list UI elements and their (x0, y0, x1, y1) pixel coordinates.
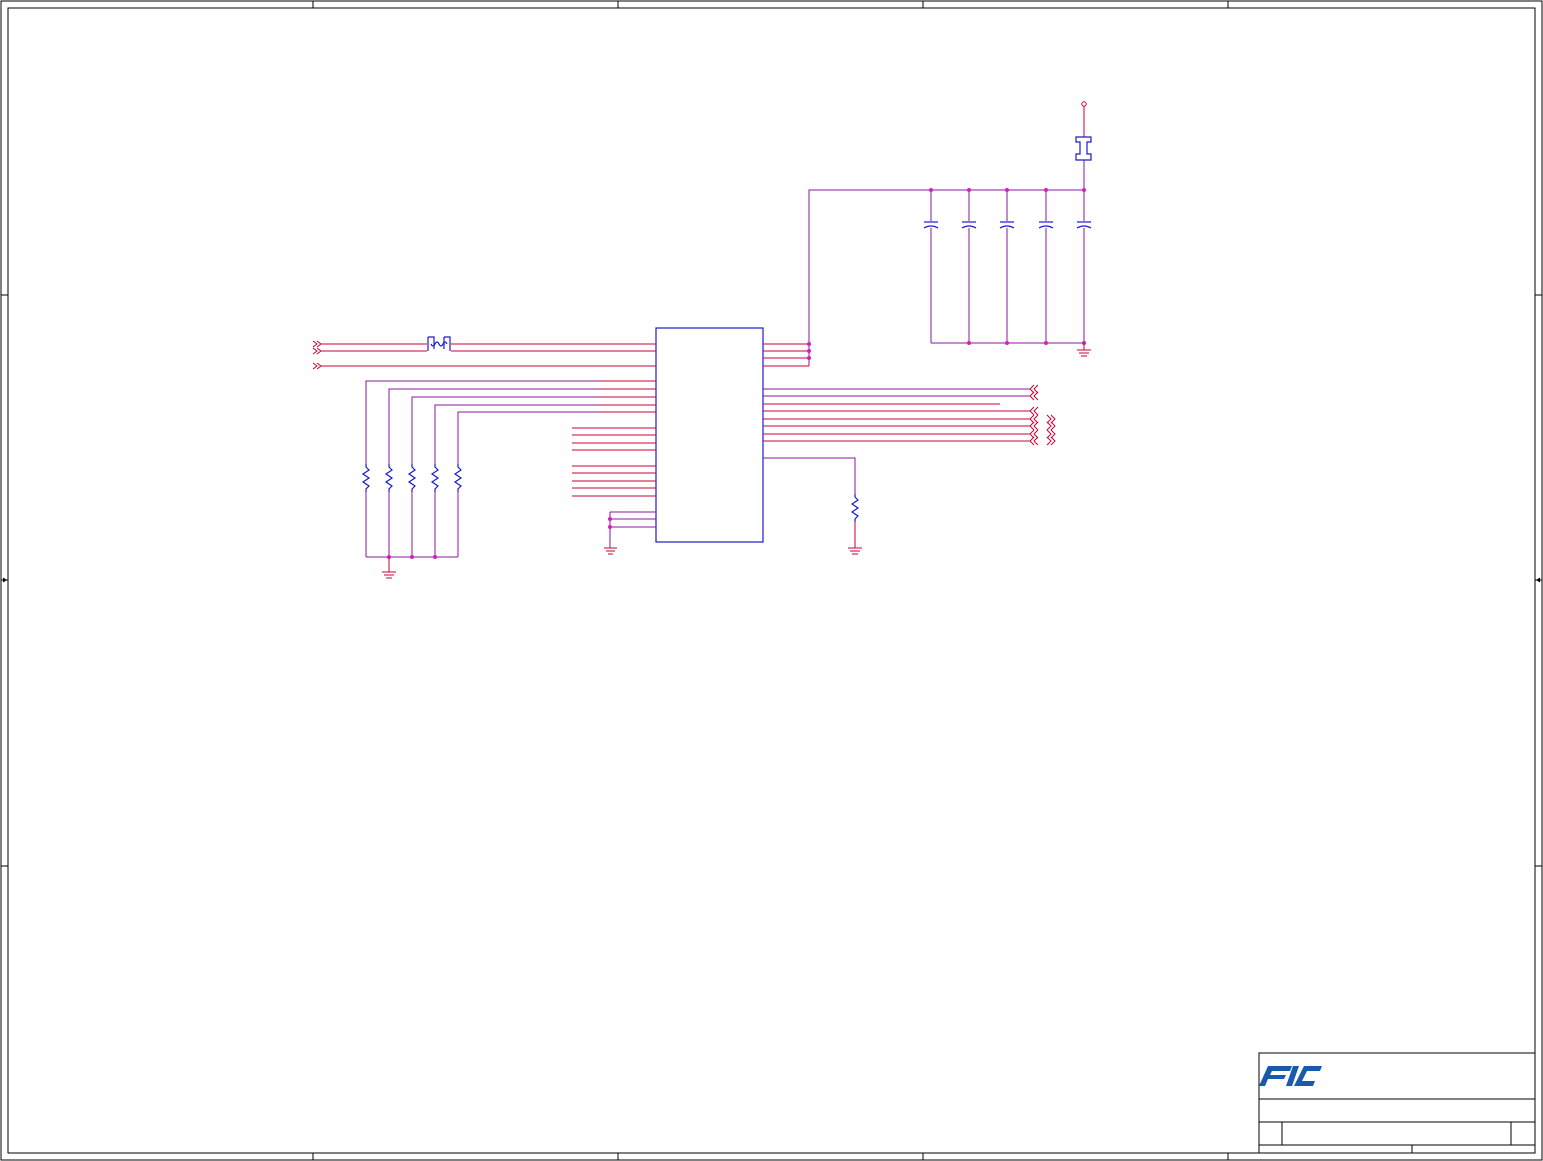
outer-border (0, 0, 1543, 1161)
ic-ground-pins (604, 511, 656, 555)
capacitor-c1 (923, 221, 939, 229)
ground-left (382, 557, 396, 579)
power-net (763, 189, 1084, 367)
resistor-r4 (430, 464, 440, 492)
decoupling-capacitors (929, 160, 1086, 345)
main-ic (655, 327, 764, 543)
left-input-connectors (312, 340, 656, 370)
zone-ticks (1, 1, 1542, 1160)
resistor-r2 (384, 464, 394, 492)
capacitor-c4 (1038, 221, 1054, 229)
ferrite-bead (1075, 136, 1092, 161)
schematic-sheet (0, 0, 1543, 1161)
resistor-r3 (407, 464, 417, 492)
resistor-r5 (453, 464, 463, 492)
capacitor-c2 (961, 221, 977, 229)
right-output-connectors (763, 384, 1056, 446)
capacitor-c3 (999, 221, 1015, 229)
ground-capacitors (1077, 343, 1091, 357)
resistor-r1 (361, 464, 371, 492)
input-stubs (572, 427, 656, 497)
right-pulldown (763, 457, 862, 555)
inner-border (7, 7, 1536, 1154)
power-source (1081, 101, 1087, 137)
title-block (1258, 1052, 1536, 1154)
fic-logo (1259, 1066, 1322, 1086)
capacitor-c5 (1076, 221, 1092, 229)
series-inductor (427, 336, 451, 352)
